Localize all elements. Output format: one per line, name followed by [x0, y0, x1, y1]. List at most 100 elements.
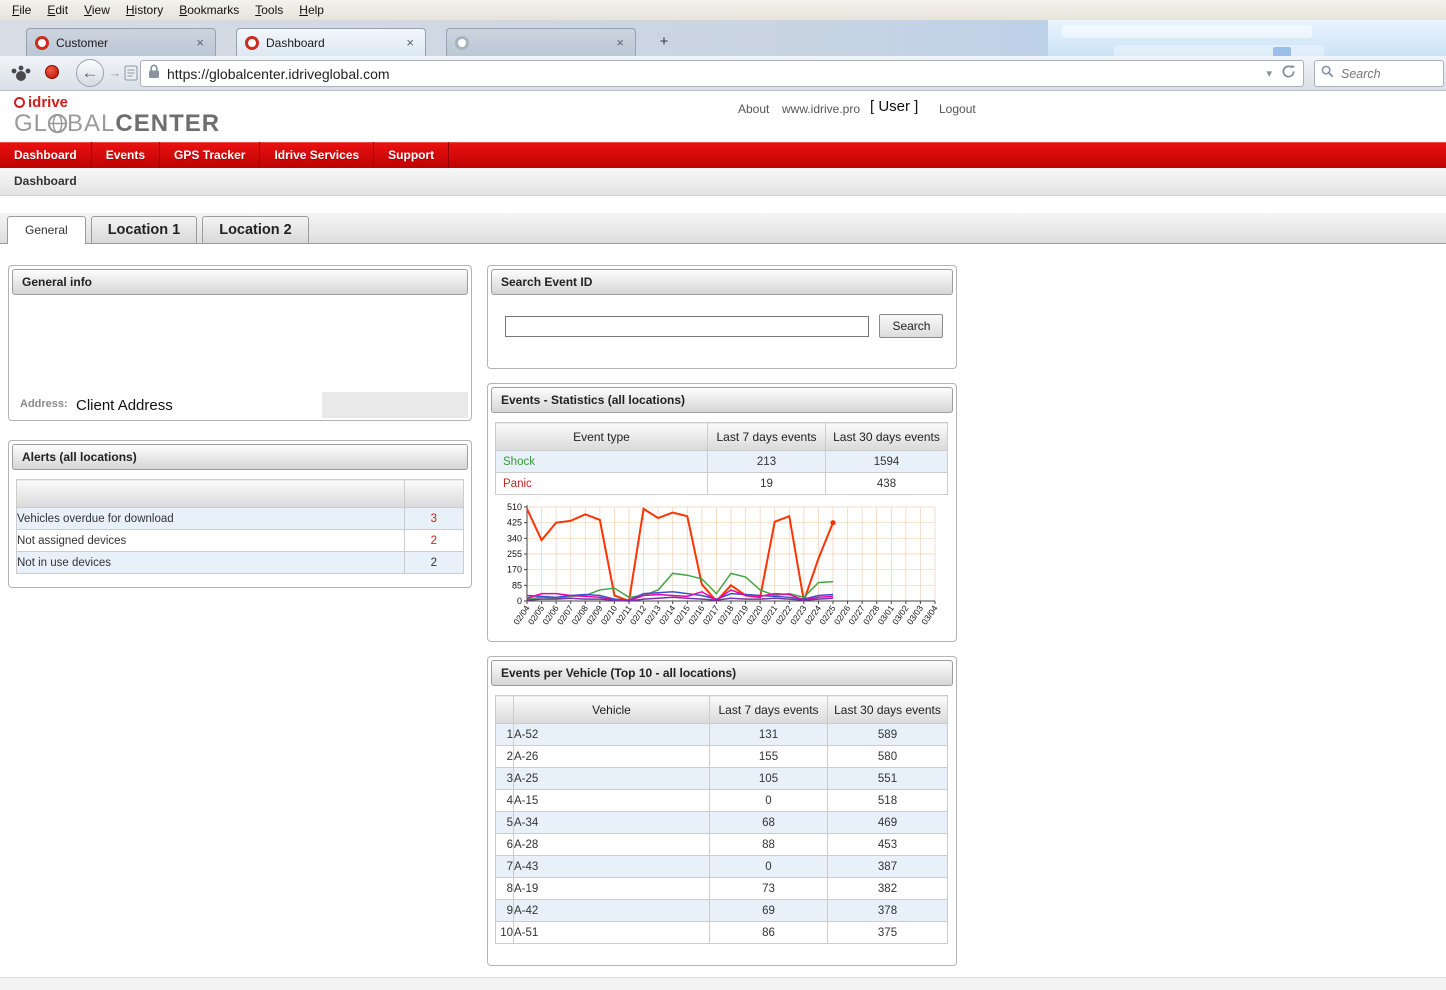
menu-history[interactable]: History: [118, 1, 171, 19]
alert-row[interactable]: Not in use devices 2: [17, 552, 464, 574]
events-7d: 73: [710, 878, 828, 900]
about-link[interactable]: About: [738, 102, 769, 116]
browser-tab-dashboard[interactable]: Dashboard ×: [236, 28, 426, 56]
stats-row[interactable]: Shock 213 1594: [496, 451, 948, 473]
url-text[interactable]: https://globalcenter.idriveglobal.com: [167, 66, 1257, 82]
events-30d: 469: [828, 812, 948, 834]
vehicle-name: A-51: [514, 922, 710, 944]
breadcrumb-bar: Dashboard: [0, 168, 1446, 196]
address-empty-cell: [322, 392, 468, 418]
tab-location-1[interactable]: Location 1: [91, 216, 198, 243]
events-statistics-table: Event type Last 7 days events Last 30 da…: [495, 422, 948, 495]
paw-extension-icon[interactable]: [10, 64, 32, 87]
panel-title: Events - Statistics (all locations): [491, 387, 953, 413]
browser-tab-customer[interactable]: Customer ×: [26, 28, 216, 56]
nav-idrive-services[interactable]: Idrive Services: [260, 142, 374, 168]
table-row[interactable]: 5 A-34 68 469: [496, 812, 948, 834]
row-index: 8: [496, 878, 514, 900]
vehicles-header-cell: Last 7 days events: [710, 696, 828, 724]
svg-text:510: 510: [507, 502, 522, 512]
table-row[interactable]: 1 A-52 131 589: [496, 724, 948, 746]
general-info-panel: General info Address: Client Address: [8, 265, 472, 421]
panel-title: General info: [12, 269, 468, 295]
events-7d: 69: [710, 900, 828, 922]
events-7d: 155: [710, 746, 828, 768]
events-7d: 86: [710, 922, 828, 944]
address-value: Client Address: [76, 397, 173, 414]
alert-row[interactable]: Vehicles overdue for download 3: [17, 508, 464, 530]
events-7d: 0: [710, 790, 828, 812]
browser-search-box[interactable]: [1314, 60, 1444, 87]
back-button[interactable]: ←: [76, 59, 104, 87]
vehicle-name: A-52: [514, 724, 710, 746]
table-row[interactable]: 2 A-26 155 580: [496, 746, 948, 768]
table-row[interactable]: 7 A-43 0 387: [496, 856, 948, 878]
logo-global-pre: GL: [14, 110, 48, 137]
menu-tools[interactable]: Tools: [247, 1, 291, 19]
events-7d: 19: [708, 473, 826, 495]
user-link[interactable]: [ User ]: [870, 98, 918, 115]
search-icon: [1321, 65, 1334, 83]
url-dropdown-icon[interactable]: ▾: [1264, 67, 1274, 80]
table-row[interactable]: 9 A-42 69 378: [496, 900, 948, 922]
alert-row[interactable]: Not assigned devices 2: [17, 530, 464, 552]
general-info-body: Address: Client Address: [12, 295, 468, 418]
tab-close-icon[interactable]: ×: [403, 35, 417, 50]
row-index: 3: [496, 768, 514, 790]
events-30d: 453: [828, 834, 948, 856]
nav-gps-tracker[interactable]: GPS Tracker: [160, 142, 260, 168]
search-button[interactable]: Search: [879, 314, 943, 338]
events-30d: 1594: [826, 451, 948, 473]
table-row[interactable]: 10 A-51 86 375: [496, 922, 948, 944]
svg-text:0: 0: [517, 596, 522, 606]
vehicle-name: A-42: [514, 900, 710, 922]
logo-global-post: BAL: [67, 110, 115, 137]
vehicle-name: A-43: [514, 856, 710, 878]
tab-close-icon[interactable]: ×: [613, 35, 627, 50]
svg-text:170: 170: [507, 565, 522, 575]
events-30d: 387: [828, 856, 948, 878]
idrive-favicon: [35, 36, 49, 50]
main-nav-bar: Dashboard Events GPS Tracker Idrive Serv…: [0, 142, 1446, 168]
tab-location-2[interactable]: Location 2: [202, 216, 309, 243]
record-icon[interactable]: [45, 65, 59, 79]
row-index: 6: [496, 834, 514, 856]
tab-close-icon[interactable]: ×: [193, 35, 207, 50]
table-row[interactable]: 4 A-15 0 518: [496, 790, 948, 812]
nav-events[interactable]: Events: [92, 142, 160, 168]
url-bar[interactable]: https://globalcenter.idriveglobal.com ▾: [140, 60, 1304, 87]
row-index: 9: [496, 900, 514, 922]
menu-file[interactable]: File: [4, 1, 39, 19]
row-index: 5: [496, 812, 514, 834]
event-id-input[interactable]: [505, 316, 869, 337]
forward-button[interactable]: →: [106, 64, 124, 82]
menu-view[interactable]: View: [76, 1, 118, 19]
page-bookmark-icon[interactable]: [124, 65, 138, 86]
logout-link[interactable]: Logout: [939, 102, 976, 116]
vehicle-name: A-28: [514, 834, 710, 856]
table-row[interactable]: 6 A-28 88 453: [496, 834, 948, 856]
table-row[interactable]: 8 A-19 73 382: [496, 878, 948, 900]
vehicles-header-cell: [496, 696, 514, 724]
browser-tab-blank[interactable]: ×: [446, 28, 636, 56]
events-7d: 131: [710, 724, 828, 746]
site-link[interactable]: www.idrive.pro: [782, 102, 860, 116]
stats-row[interactable]: Panic 19 438: [496, 473, 948, 495]
nav-support[interactable]: Support: [374, 142, 449, 168]
tab-general[interactable]: General: [7, 216, 86, 244]
menu-edit[interactable]: Edit: [39, 1, 76, 19]
nav-dashboard[interactable]: Dashboard: [0, 142, 92, 168]
new-tab-button[interactable]: +: [652, 31, 676, 52]
stats-header-cell: Last 30 days events: [826, 423, 948, 451]
stats-header-cell: Last 7 days events: [708, 423, 826, 451]
vehicle-name: A-34: [514, 812, 710, 834]
idrive-logo[interactable]: idrive GLBALCENTER: [14, 94, 220, 141]
events-per-vehicle-panel: Events per Vehicle (Top 10 - all locatio…: [487, 656, 957, 966]
vehicles-header-cell: Vehicle: [514, 696, 710, 724]
browser-search-input[interactable]: [1339, 66, 1431, 82]
row-index: 1: [496, 724, 514, 746]
reload-icon[interactable]: [1281, 64, 1296, 84]
menu-help[interactable]: Help: [291, 1, 332, 19]
menu-bookmarks[interactable]: Bookmarks: [171, 1, 247, 19]
table-row[interactable]: 3 A-25 105 551: [496, 768, 948, 790]
